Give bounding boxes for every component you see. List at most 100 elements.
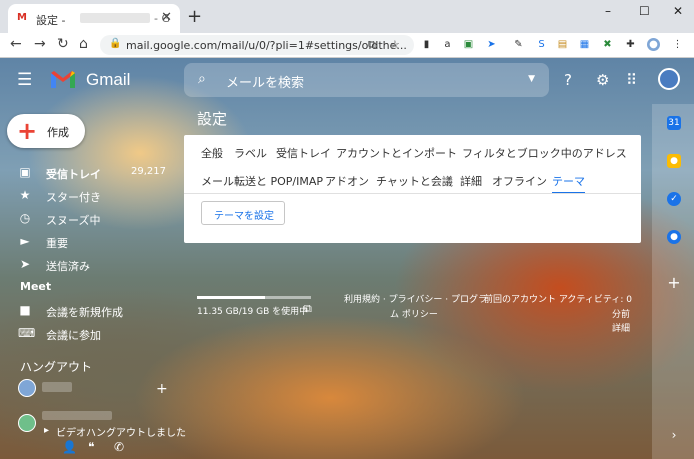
contacts-icon[interactable]: ●	[667, 230, 681, 244]
browser-tab-strip: M 設定 - - G ✕ + – ☐ ✕	[0, 0, 694, 33]
browser-tab[interactable]: M 設定 - - G ✕	[8, 4, 180, 33]
search-placeholder: メールを検索	[226, 76, 305, 91]
close-window-button[interactable]: ✕	[673, 4, 683, 18]
phone-icon[interactable]: ✆	[114, 440, 124, 454]
sidebar-item-snoozed[interactable]: ◷ スヌーズ中	[0, 207, 180, 229]
policy-links[interactable]: 利用規約 · プライバシー · プログラ	[344, 292, 487, 305]
tab-forwarding[interactable]: メール転送と POP/IMAP	[201, 173, 323, 189]
tab-inbox[interactable]: 受信トレイ	[276, 145, 331, 161]
gmail-wordmark: Gmail	[86, 70, 131, 89]
hangouts-chat-icon[interactable]: ❝	[88, 440, 94, 454]
meet-item-label: 会議を新規作成	[46, 306, 123, 319]
home-icon[interactable]: ⌂	[79, 36, 88, 52]
meet-join-meeting[interactable]: ⌨ 会議に参加	[0, 322, 180, 344]
hangouts-header: ハングアウト	[20, 360, 93, 374]
sidebar-item-label: スター付き	[46, 191, 101, 204]
pen-extension-icon[interactable]: ✎	[512, 38, 525, 51]
keyboard-icon: ⌨	[18, 326, 36, 340]
tasks-icon[interactable]: ✓	[667, 192, 681, 206]
calendar-icon[interactable]: 31	[667, 116, 681, 130]
search-options-icon[interactable]: ▼	[528, 74, 535, 84]
lock-icon: 🔒	[109, 38, 122, 49]
gmail-header: ☰ Gmail ⌕ メールを検索 ▼ ? ⚙ ⠿	[0, 58, 652, 104]
settings-gear-icon[interactable]: ⚙	[596, 71, 609, 89]
add-addon-icon[interactable]: +	[667, 275, 681, 291]
expand-panel-icon[interactable]: ›	[667, 428, 681, 442]
meet-item-label: 会議に参加	[46, 329, 101, 342]
last-activity-text: 前回のアカウント アクティビティ: 0	[484, 295, 632, 305]
excel-extension-icon[interactable]: ✖	[601, 38, 614, 51]
tabs-divider	[184, 193, 641, 194]
account-avatar[interactable]	[658, 68, 680, 90]
profile-avatar-icon[interactable]: ●	[647, 38, 660, 51]
tab-filters[interactable]: フィルタとブロック中のアドレス	[462, 145, 627, 161]
tab-labels[interactable]: ラベル	[234, 145, 267, 161]
amazon-extension-icon[interactable]: a	[441, 38, 454, 51]
tab-themes[interactable]: テーマ	[552, 173, 585, 194]
search-icon[interactable]: ⌕	[198, 71, 206, 87]
inbox-count: 29,217	[131, 166, 166, 177]
apps-grid-icon[interactable]: ⠿	[626, 71, 637, 89]
forward-icon[interactable]: →	[34, 36, 46, 52]
main-menu-icon[interactable]: ☰	[17, 70, 32, 90]
calendar-extension-icon[interactable]: ▦	[578, 38, 591, 51]
people-icon[interactable]: 👤	[62, 440, 77, 454]
skype-extension-icon[interactable]: S	[535, 38, 548, 51]
new-tab-button[interactable]: +	[187, 6, 202, 27]
tab-chat-meet[interactable]: チャットと会議	[376, 173, 453, 189]
back-icon[interactable]: ←	[10, 36, 22, 52]
storage-meter-fill	[197, 296, 266, 299]
storage-meter	[197, 296, 311, 299]
sidebar-item-sent[interactable]: ➤ 送信済み	[0, 253, 180, 275]
bookmark-star-icon[interactable]: ☆	[390, 38, 400, 51]
close-tab-icon[interactable]: ✕	[161, 10, 172, 25]
search-box[interactable]: ⌕ メールを検索 ▼	[184, 63, 549, 97]
compose-button[interactable]: + 作成	[7, 114, 85, 148]
tab-general[interactable]: 全般	[201, 145, 223, 161]
tab-offline[interactable]: オフライン	[492, 173, 547, 189]
hangout-contact-avatar[interactable]	[18, 414, 36, 432]
minimize-button[interactable]: –	[605, 4, 611, 18]
chrome-menu-icon[interactable]: ⋮	[671, 38, 684, 51]
hangouts-add-icon[interactable]: +	[156, 381, 168, 397]
sidebar-item-important[interactable]: ► 重要	[0, 230, 180, 252]
sidebar-item-label: 重要	[46, 237, 68, 250]
activity-details-link[interactable]: 詳細	[612, 321, 630, 334]
help-icon[interactable]: ?	[564, 71, 572, 89]
meet-new-meeting[interactable]: ■ 会議を新規作成	[0, 299, 180, 321]
hangouts-user-avatar[interactable]	[18, 379, 36, 397]
reload-icon[interactable]: ↻	[57, 36, 69, 52]
open-external-icon[interactable]: ⧉	[304, 302, 312, 316]
tab-accounts-import[interactable]: アカウントとインポート	[336, 145, 457, 161]
maximize-button[interactable]: ☐	[639, 4, 650, 18]
tab-addons[interactable]: アドオン	[325, 173, 369, 189]
side-panel: 31 ● ✓ ● + ›	[652, 104, 694, 459]
extensions-puzzle-icon[interactable]: ✚	[624, 38, 637, 51]
js-extension-icon[interactable]: ▣	[462, 38, 475, 51]
set-theme-label: テーマを設定	[214, 211, 274, 222]
sidebar-item-starred[interactable]: ★ スター付き	[0, 184, 180, 206]
extension-icon[interactable]: ▮	[420, 38, 433, 51]
compose-label: 作成	[47, 126, 69, 139]
tab-advanced[interactable]: 詳細	[460, 173, 482, 189]
hangout-contact-name-redacted	[42, 411, 112, 420]
sidebar-item-inbox[interactable]: ▣ 受信トレイ 29,217	[0, 161, 180, 183]
hangouts-bottom-tabs: 👤 ❝ ✆	[0, 437, 184, 459]
inbox-icon: ▣	[19, 165, 31, 179]
sidebar-item-label: スヌーズ中	[46, 214, 101, 227]
sidebar-item-label: 送信済み	[46, 260, 90, 273]
send-icon: ➤	[19, 257, 31, 271]
cursor-extension-icon[interactable]: ➤	[485, 38, 498, 51]
gmail-logo-icon	[51, 71, 75, 88]
keep-icon[interactable]: ●	[667, 154, 681, 168]
address-bar[interactable]: 🔒 mail.google.com/mail/u/0/?pli=1#settin…	[100, 35, 414, 55]
policy-links-cont[interactable]: ム ポリシー	[390, 307, 438, 320]
clock-icon: ◷	[19, 211, 31, 225]
url-text: mail.google.com/mail/u/0/?pli=1#settings…	[126, 39, 407, 52]
open-external-icon[interactable]: ⧉	[368, 38, 376, 52]
set-theme-button[interactable]: テーマを設定	[201, 201, 285, 225]
sidebar-item-label: 受信トレイ	[46, 168, 101, 181]
label-important-icon: ►	[20, 234, 30, 248]
address-toolbar: ← → ↻ ⌂ 🔒 mail.google.com/mail/u/0/?pli=…	[0, 33, 694, 58]
note-extension-icon[interactable]: ▤	[556, 38, 569, 51]
